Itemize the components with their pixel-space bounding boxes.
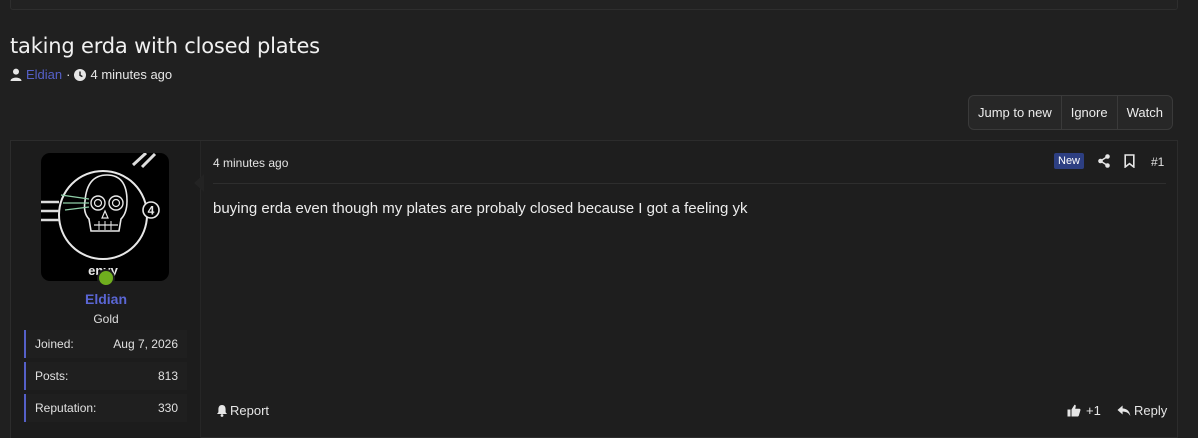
post-username[interactable]: Eldian	[11, 291, 201, 307]
jump-to-new-button[interactable]: Jump to new	[969, 96, 1061, 129]
thread-author-link[interactable]: Eldian	[26, 67, 62, 82]
user-icon	[10, 68, 22, 81]
share-icon[interactable]	[1098, 154, 1110, 168]
bell-icon	[217, 405, 227, 417]
report-button[interactable]: Report	[216, 403, 269, 418]
message-arrow	[194, 174, 204, 192]
post-user-cell: 4 envy Eldian Gold Joined: Aug 7, 2026 P…	[11, 141, 201, 438]
stat-value: 330	[157, 401, 178, 415]
stat-value: 813	[157, 369, 178, 383]
thread-time: 4 minutes ago	[90, 67, 173, 82]
like-button[interactable]: +1	[1067, 403, 1101, 418]
stat-posts: Posts: 813	[24, 362, 187, 390]
post-body: buying erda even though my plates are pr…	[213, 200, 748, 217]
online-status-indicator	[97, 269, 115, 287]
thread-actions: Jump to new Ignore Watch	[968, 95, 1173, 130]
meta-separator: ·	[66, 67, 71, 82]
reply-arrow-icon	[1117, 405, 1131, 416]
stat-value: Aug 7, 2026	[113, 337, 178, 351]
ignore-button[interactable]: Ignore	[1060, 96, 1117, 129]
watch-button[interactable]: Watch	[1116, 96, 1172, 129]
new-badge: New	[1054, 153, 1085, 169]
bookmark-icon[interactable]	[1124, 154, 1135, 168]
user-title: Gold	[93, 312, 119, 326]
thread-meta: Eldian · 4 minutes ago	[10, 67, 172, 82]
stat-joined: Joined: Aug 7, 2026	[24, 330, 187, 358]
stat-reputation: Reputation: 330	[24, 394, 187, 422]
clock-icon	[74, 68, 87, 81]
avatar-badge-number: 4	[148, 204, 155, 218]
top-panel-edge	[10, 0, 1178, 10]
post-time[interactable]: 4 minutes ago	[213, 156, 288, 170]
thread-title: taking erda with closed plates	[10, 34, 320, 58]
post: 4 envy Eldian Gold Joined: Aug 7, 2026 P…	[10, 140, 1178, 438]
post-number-link[interactable]: #1	[1151, 155, 1164, 169]
report-label: Report	[230, 403, 270, 418]
reply-button[interactable]: Reply	[1117, 403, 1167, 418]
skull-avatar-image: 4 envy	[41, 153, 160, 278]
reply-label: Reply	[1134, 403, 1168, 418]
avatar[interactable]: 4 envy	[41, 153, 169, 281]
post-header-divider	[213, 183, 1166, 184]
thumbs-up-icon	[1067, 404, 1081, 417]
like-count: +1	[1086, 403, 1101, 418]
stat-label: Joined:	[35, 337, 74, 351]
stat-label: Posts:	[35, 369, 69, 383]
stat-label: Reputation:	[35, 401, 97, 415]
